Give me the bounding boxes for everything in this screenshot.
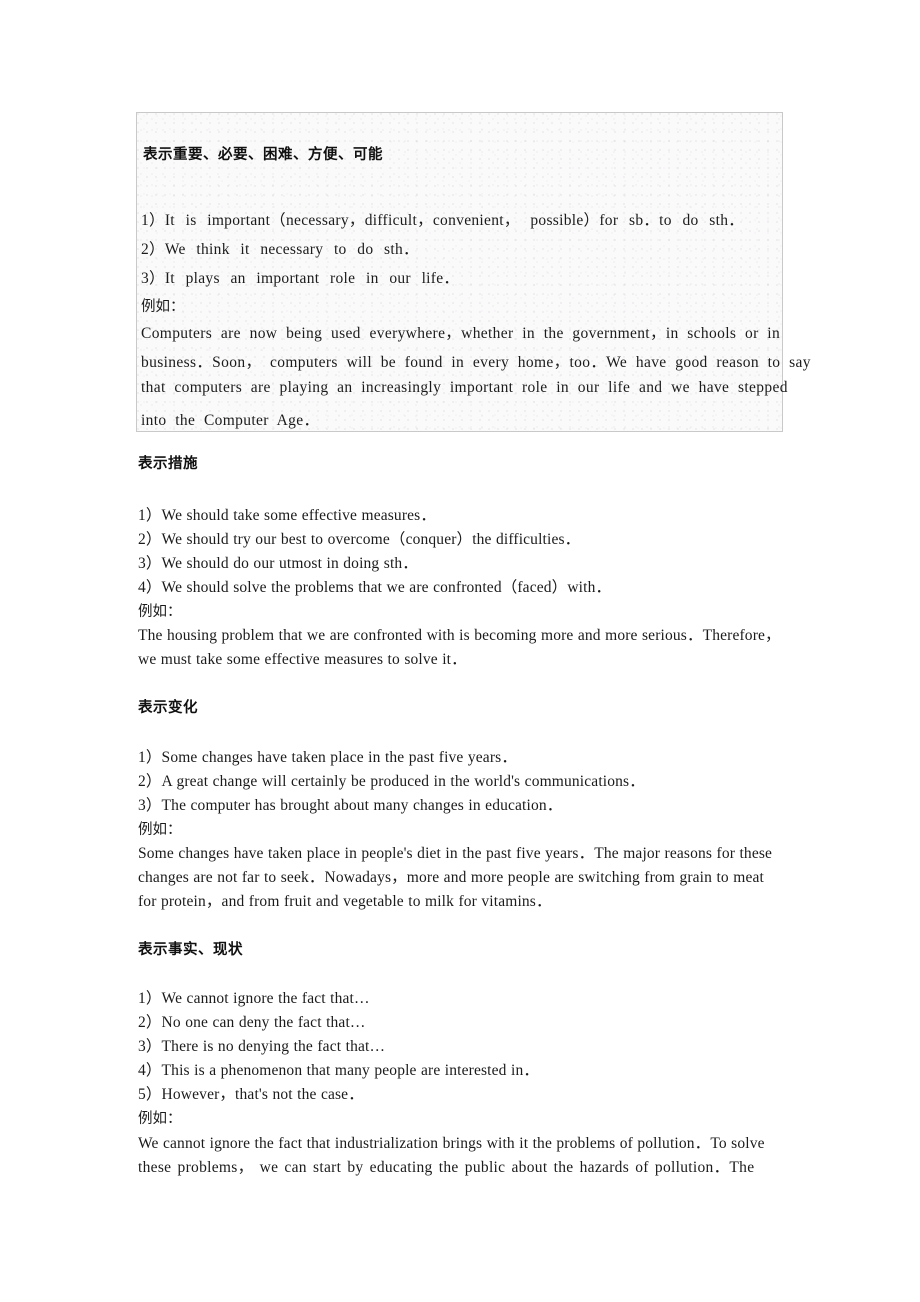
section-importance-example-line-4: into the Computer Age．	[141, 412, 320, 429]
section-facts-item-5: 5）However，that's not the case．	[138, 1086, 364, 1103]
section-facts-example-line-1: We cannot ignore the fact that industria…	[138, 1135, 765, 1152]
section-importance-example-line-3: that computers are playing an increasing…	[141, 379, 788, 396]
section-measures-item-3: 3）We should do our utmost in doing sth．	[138, 555, 418, 572]
section-importance-example-line-1: Computers are now being used everywhere，…	[141, 325, 781, 342]
section-changes-example-line-1: Some changes have taken place in people'…	[138, 845, 773, 862]
section-changes-item-1: 1）Some changes have taken place in the p…	[138, 749, 517, 766]
document-page: 表示重要、必要、困难、方便、可能 1）It is important（neces…	[0, 0, 920, 1302]
section-measures-example-line-2: we must take some effective measures to …	[138, 651, 467, 668]
section-importance-shaded-box: 表示重要、必要、困难、方便、可能 1）It is important（neces…	[136, 112, 810, 432]
section-changes-item-2: 2）A great change will certainly be produ…	[138, 773, 645, 790]
section-importance-example-line-2: business．Soon， computers will be found i…	[141, 354, 811, 371]
section-facts-item-1: 1）We cannot ignore the fact that…	[138, 990, 370, 1007]
section-measures-item-1: 1）We should take some effective measures…	[138, 507, 437, 524]
section-heading-changes: 表示变化	[138, 700, 198, 716]
section-facts-item-3: 3）There is no denying the fact that…	[138, 1038, 386, 1055]
section-importance-item-3: 3）It plays an important role in our life…	[141, 270, 460, 287]
section-changes-example-line-2: changes are not far to seek．Nowadays，mor…	[138, 869, 764, 886]
section-importance-item-2: 2）We think it necessary to do sth．	[141, 241, 419, 258]
section-changes-item-3: 3）The computer has brought about many ch…	[138, 797, 563, 814]
section-measures-example-line-1: The housing problem that we are confront…	[138, 627, 781, 644]
section-importance-item-1: 1）It is important（necessary，difficult，co…	[141, 212, 745, 229]
section-measures-example-label: 例如：	[138, 604, 182, 620]
section-changes-example-label: 例如：	[138, 822, 182, 838]
section-heading-measures: 表示措施	[138, 456, 198, 472]
section-heading-facts: 表示事实、现状	[138, 942, 243, 958]
section-facts-item-4: 4）This is a phenomenon that many people …	[138, 1062, 539, 1079]
section-facts-item-2: 2）No one can deny the fact that…	[138, 1014, 366, 1031]
section-heading-importance: 表示重要、必要、困难、方便、可能	[143, 147, 383, 163]
section-measures-item-2: 2）We should try our best to overcome（con…	[138, 531, 581, 548]
section-facts-example-label: 例如：	[138, 1111, 182, 1127]
section-measures-item-4: 4）We should solve the problems that we a…	[138, 579, 612, 596]
section-facts-example-line-2: these problems， we can start by educatin…	[138, 1159, 755, 1176]
section-changes-example-line-3: for protein，and from fruit and vegetable…	[138, 893, 552, 910]
section-importance-example-label: 例如：	[141, 299, 185, 315]
